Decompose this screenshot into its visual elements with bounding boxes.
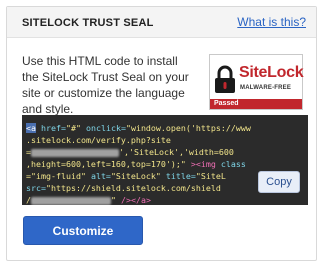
code-token: .sitelock.com/verify.php?site [26, 135, 171, 145]
redacted-token [31, 148, 119, 157]
seal-brand: SiteLock [239, 64, 304, 81]
code-token: ','SiteLock','width=600 [119, 147, 234, 157]
install-description: Use this HTML code to install the SiteLo… [22, 54, 189, 116]
code-token: src= [26, 183, 46, 193]
copy-button[interactable]: Copy [258, 171, 300, 193]
card-header: SITELOCK TRUST SEAL What is this? [7, 7, 316, 38]
code-token: "window.open('https://www [125, 123, 251, 133]
code-token: ><img [185, 159, 216, 169]
code-token: href= [36, 123, 66, 133]
card-title: SITELOCK TRUST SEAL [22, 17, 154, 29]
seal-status-bar: Passed [210, 99, 302, 109]
code-token: "https://shield.sitelock.com/shield [45, 183, 221, 193]
code-token: title= [160, 171, 196, 181]
code-token: onclick= [80, 123, 126, 133]
code-token: "SiteLock" [110, 171, 161, 181]
code-token: /></a> [116, 195, 151, 205]
customize-button[interactable]: Customize [23, 216, 143, 245]
seal-status: Passed [214, 100, 239, 107]
code-token: alt= [85, 171, 111, 181]
code-token: "SiteL [195, 171, 226, 181]
code-token: ="img-fluid" [26, 171, 86, 181]
code-token: class [215, 159, 246, 169]
code-token: <a [26, 123, 36, 133]
what-is-this-link[interactable]: What is this? [237, 15, 306, 29]
code-token: ,height=600,left=160,top=170');" [26, 159, 186, 169]
code-token: "#" [65, 123, 81, 133]
sitelock-seal-card: SITELOCK TRUST SEAL What is this? Use th… [6, 6, 317, 261]
padlock-icon [215, 65, 235, 93]
sitelock-seal-image: SiteLock MALWARE-FREE Passed [209, 54, 304, 110]
html-code-snippet[interactable]: <a href="#" onclick="window.open('https:… [22, 115, 308, 205]
redacted-token [31, 196, 111, 205]
seal-tagline: MALWARE-FREE [240, 85, 292, 91]
